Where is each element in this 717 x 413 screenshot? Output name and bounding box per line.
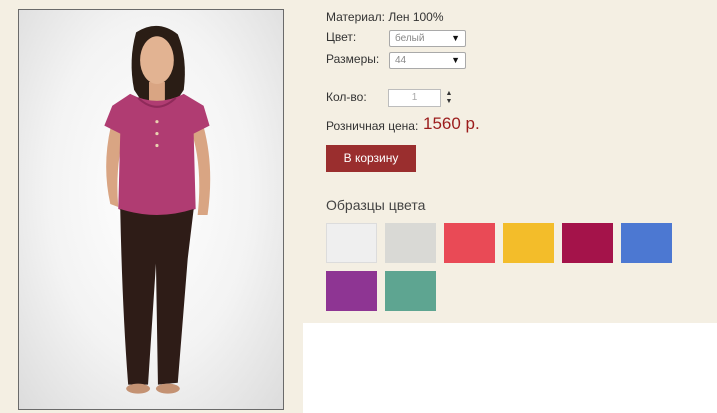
chevron-down-icon: ▼ [451,55,460,65]
material-row: Материал: Лен 100% [326,10,444,24]
material-value: Лен 100% [388,10,444,24]
swatch-blue[interactable] [621,223,672,263]
size-select-value: 44 [395,55,407,66]
quantity-label: Кол-во: [326,90,367,104]
content-panel [303,323,717,413]
size-label: Размеры: [326,52,380,66]
spinner-down-icon[interactable]: ▼ [445,98,453,106]
quantity-stepper[interactable]: ▲ ▼ [445,90,453,106]
size-select[interactable]: 44 ▼ [389,52,466,69]
swatch-coral-red[interactable] [444,223,495,263]
swatch-light-gray[interactable] [385,223,436,263]
add-to-cart-button[interactable]: В корзину [326,145,416,172]
material-label: Материал: [326,10,385,24]
color-swatches-title: Образцы цвета [326,197,426,213]
price-value: 1560 р. [423,114,480,133]
product-photo[interactable] [18,9,284,410]
color-select[interactable]: белый ▼ [389,30,466,47]
swatch-teal[interactable] [385,271,436,311]
color-label: Цвет: [326,30,357,44]
color-select-value: белый [395,33,425,44]
price-label: Розничная цена: [326,119,419,133]
model-illustration [104,25,211,394]
chevron-down-icon: ▼ [451,33,460,43]
swatch-yellow[interactable] [503,223,554,263]
quantity-input[interactable]: 1 [388,89,441,107]
swatch-purple[interactable] [326,271,377,311]
swatch-white[interactable] [326,223,377,263]
spinner-up-icon[interactable]: ▲ [445,90,453,98]
swatch-crimson[interactable] [562,223,613,263]
